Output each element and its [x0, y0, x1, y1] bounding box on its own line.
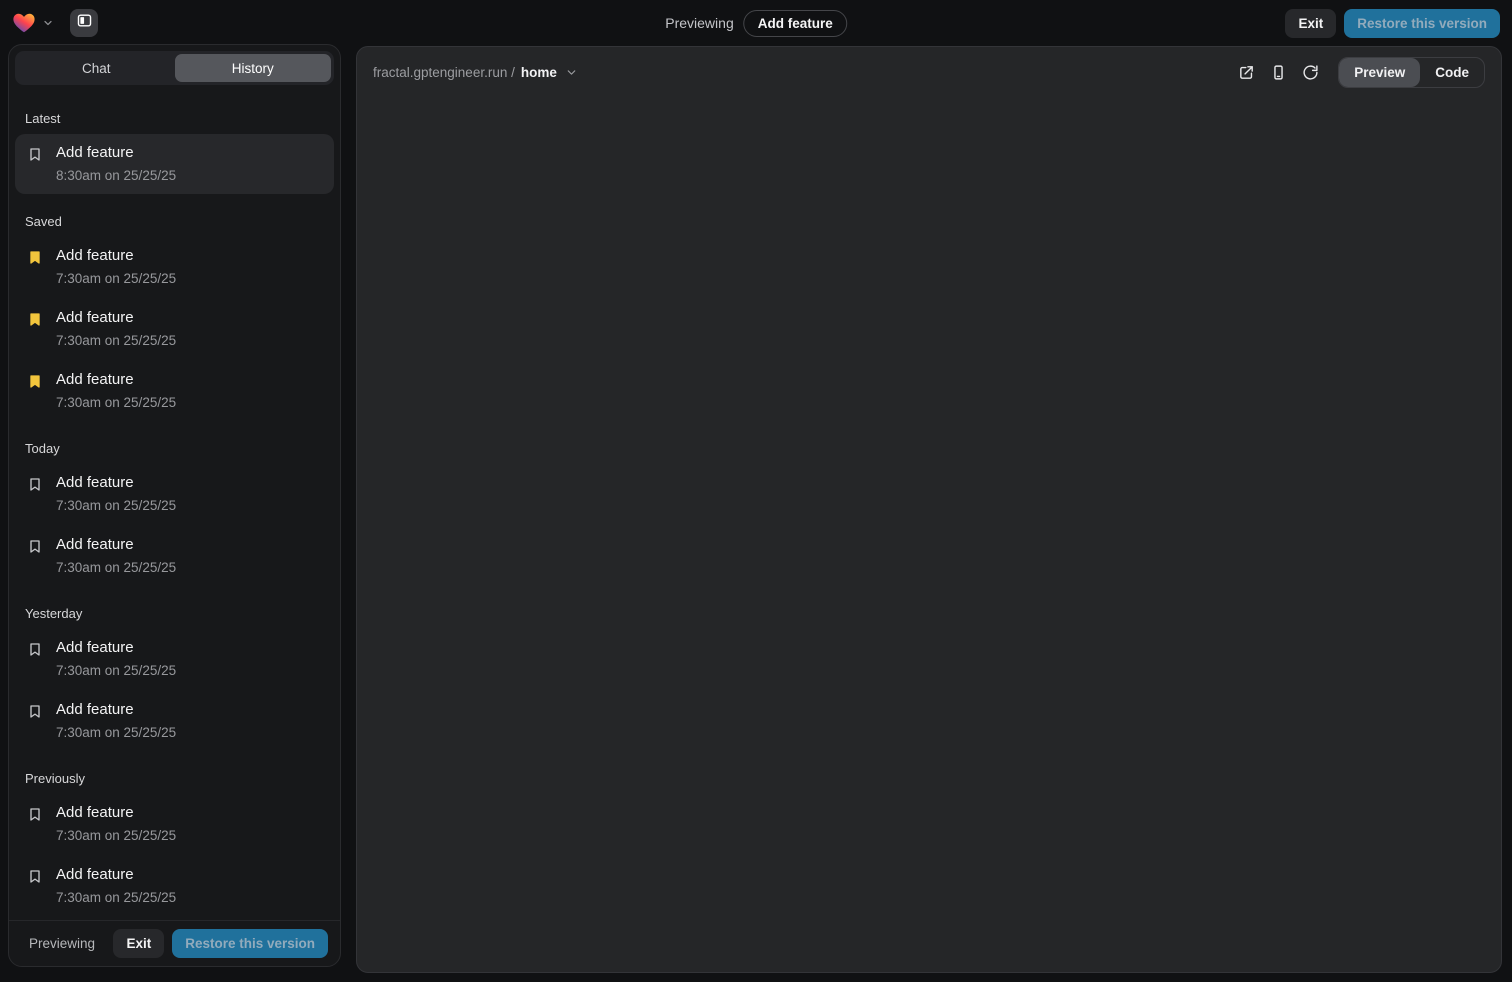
sidebar-toggle-button[interactable]	[70, 9, 98, 37]
history-item-timestamp: 7:30am on 25/25/25	[56, 497, 176, 515]
history-item-timestamp: 7:30am on 25/25/25	[56, 559, 176, 577]
bookmark-filled-icon	[27, 373, 43, 389]
section-label: Latest	[25, 111, 324, 126]
history-item-timestamp: 7:30am on 25/25/25	[56, 662, 176, 680]
open-in-new-tab-icon[interactable]	[1232, 58, 1260, 86]
history-item-title: Add feature	[56, 246, 176, 266]
bookmark-outline-icon	[27, 703, 43, 719]
footer-exit-button[interactable]: Exit	[113, 929, 164, 958]
section-label: Previously	[25, 771, 324, 786]
view-toggle: Preview Code	[1338, 57, 1485, 88]
history-item-title: Add feature	[56, 803, 176, 823]
history-item-timestamp: 8:30am on 25/25/25	[56, 167, 176, 185]
bookmark-outline-icon	[27, 806, 43, 822]
history-item[interactable]: Add feature 7:30am on 25/25/25	[15, 299, 334, 359]
bookmark-outline-icon	[27, 868, 43, 884]
preview-header-actions: Preview Code	[1232, 57, 1485, 88]
history-item-title: Add feature	[56, 473, 176, 493]
history-item-title: Add feature	[56, 370, 176, 390]
refresh-icon[interactable]	[1296, 58, 1324, 86]
history-item-title: Add feature	[56, 143, 176, 163]
history-item[interactable]: Add feature 7:30am on 25/25/25	[15, 237, 334, 297]
history-item-timestamp: 7:30am on 25/25/25	[56, 332, 176, 350]
url-chevron-down-icon	[565, 66, 578, 79]
sidebar-tabs: Chat History	[15, 51, 334, 85]
history-item-title: Add feature	[56, 535, 176, 555]
history-item[interactable]: Add feature 7:30am on 25/25/25	[15, 464, 334, 524]
bookmark-outline-icon	[27, 538, 43, 554]
sidebar-footer: Previewing Exit Restore this version	[9, 920, 340, 966]
tab-history[interactable]: History	[175, 54, 332, 82]
url-prefix: fractal.gptengineer.run /	[373, 65, 515, 80]
section-label: Today	[25, 441, 324, 456]
preview-status: Previewing Add feature	[665, 10, 847, 37]
history-item-timestamp: 7:30am on 25/25/25	[56, 827, 176, 845]
bookmark-filled-icon	[27, 311, 43, 327]
top-bar-actions: Exit Restore this version	[1285, 9, 1500, 38]
tab-chat[interactable]: Chat	[18, 54, 175, 82]
history-item-title: Add feature	[56, 700, 176, 720]
panel-left-icon	[76, 12, 93, 34]
preview-tab[interactable]: Preview	[1339, 58, 1420, 87]
history-item[interactable]: Add feature 7:30am on 25/25/25	[15, 361, 334, 421]
footer-previewing-label: Previewing	[21, 936, 95, 951]
top-bar: Previewing Add feature Exit Restore this…	[0, 0, 1512, 46]
exit-button[interactable]: Exit	[1285, 9, 1336, 38]
history-item-timestamp: 7:30am on 25/25/25	[56, 724, 176, 742]
url-page: home	[521, 65, 557, 80]
section-label: Saved	[25, 214, 324, 229]
restore-version-button[interactable]: Restore this version	[1344, 9, 1500, 38]
history-list[interactable]: Latest Add feature 8:30am on 25/25/25 Sa…	[9, 91, 340, 920]
version-badge[interactable]: Add feature	[744, 10, 847, 37]
section-label: Yesterday	[25, 606, 324, 621]
bookmark-outline-icon	[27, 146, 43, 162]
bookmark-outline-icon	[27, 476, 43, 492]
mobile-preview-icon[interactable]	[1264, 58, 1292, 86]
preview-viewport[interactable]	[357, 97, 1501, 972]
history-sidebar: Chat History Latest Add feature 8:30am o…	[8, 44, 341, 967]
history-item[interactable]: Add feature 7:30am on 25/25/25	[15, 794, 334, 854]
logo-chevron-down-icon[interactable]	[42, 17, 54, 29]
history-item-title: Add feature	[56, 638, 176, 658]
footer-restore-version-button[interactable]: Restore this version	[172, 929, 328, 958]
top-bar-left	[12, 9, 98, 37]
history-item[interactable]: Add feature 7:30am on 25/25/25	[15, 691, 334, 751]
history-item-timestamp: 7:30am on 25/25/25	[56, 270, 176, 288]
history-item-title: Add feature	[56, 308, 176, 328]
bookmark-filled-icon	[27, 249, 43, 265]
bookmark-outline-icon	[27, 641, 43, 657]
preview-header: fractal.gptengineer.run / home	[357, 47, 1501, 97]
history-item[interactable]: Add feature 7:30am on 25/25/25	[15, 526, 334, 586]
history-item-timestamp: 7:30am on 25/25/25	[56, 394, 176, 412]
lovable-logo-heart-icon[interactable]	[12, 11, 36, 35]
history-item[interactable]: Add feature 7:30am on 25/25/25	[15, 856, 334, 916]
previewing-label: Previewing	[665, 15, 733, 31]
code-tab[interactable]: Code	[1420, 58, 1484, 87]
history-item-timestamp: 7:30am on 25/25/25	[56, 889, 176, 907]
preview-panel: fractal.gptengineer.run / home	[356, 46, 1502, 973]
history-item-title: Add feature	[56, 865, 176, 885]
history-item[interactable]: Add feature 7:30am on 25/25/25	[15, 629, 334, 689]
url-selector[interactable]: fractal.gptengineer.run / home	[373, 65, 578, 80]
history-item[interactable]: Add feature 8:30am on 25/25/25	[15, 134, 334, 194]
